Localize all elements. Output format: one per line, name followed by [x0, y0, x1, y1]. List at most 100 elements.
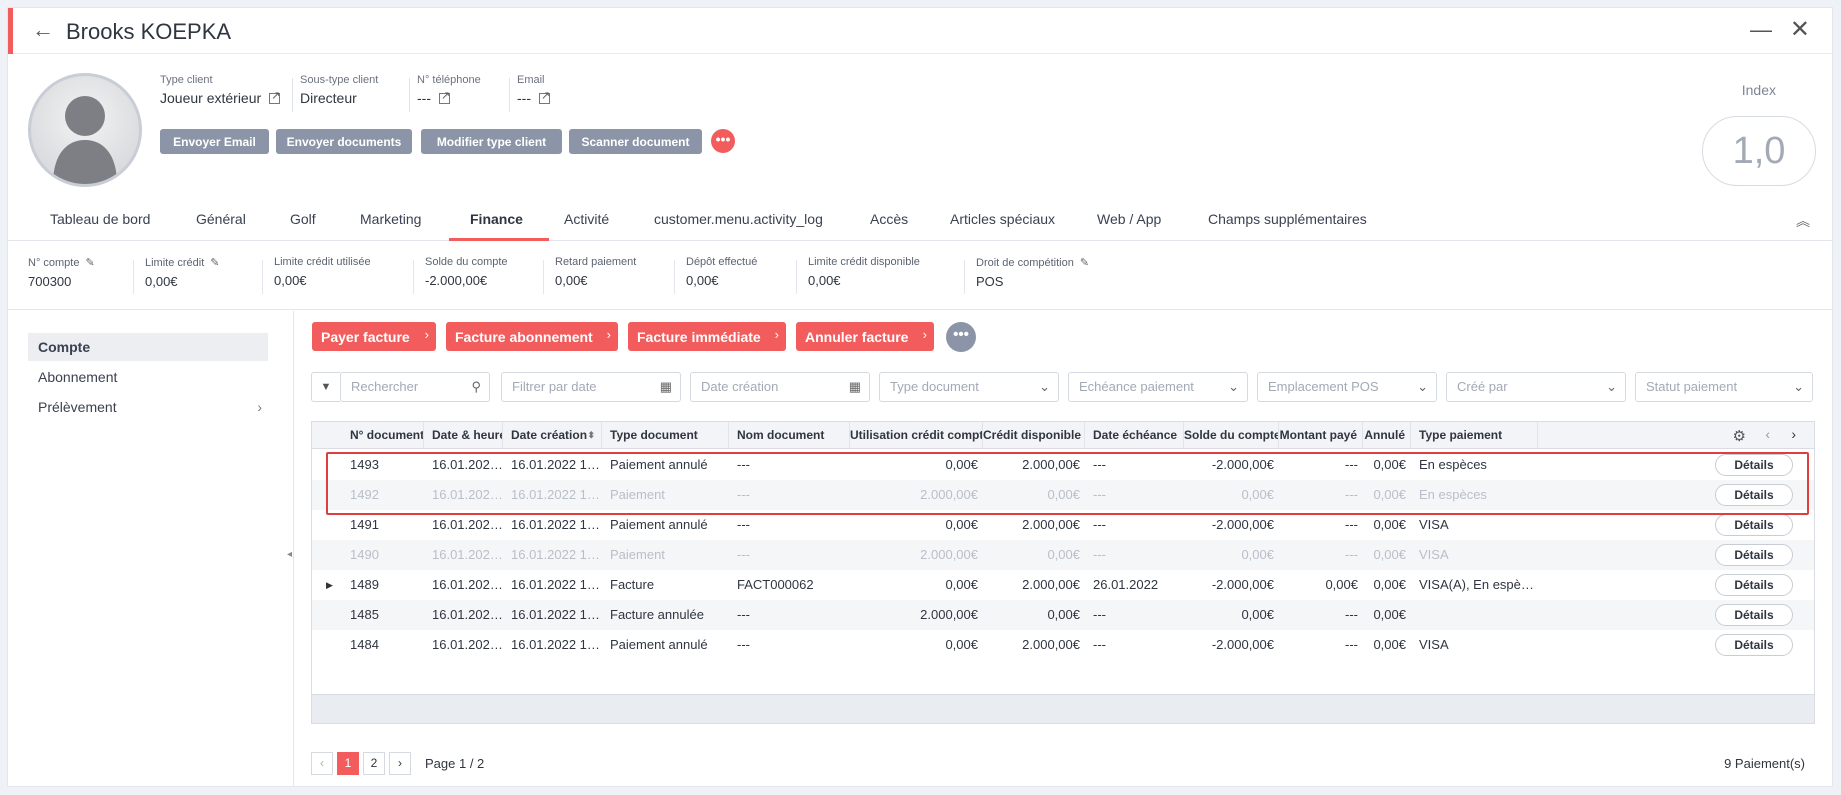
search-input[interactable]: Rechercher ⚲ [340, 372, 490, 402]
column-header[interactable]: Date création ⬍ [503, 422, 602, 449]
sort-icon[interactable]: ⬍ [587, 422, 595, 449]
column-header-label: Solde du compte [1184, 428, 1279, 442]
minimize-icon[interactable]: — [1750, 19, 1772, 41]
column-header[interactable]: Date & heure [424, 422, 503, 449]
info-value: --- [517, 89, 550, 107]
collapse-sidebar-icon[interactable]: ◂ [287, 549, 292, 560]
date-filter-placeholder: Filtrer par date [512, 379, 597, 394]
pay-invoice-button[interactable]: Payer facture › [312, 322, 436, 351]
stat-5: Dépôt effectué 0,00€ [686, 256, 757, 288]
stat-value: POS [976, 274, 1004, 289]
due-date-select[interactable]: Echéance paiement ⌄ [1068, 372, 1248, 402]
chevron-left-icon[interactable]: ‹ [1765, 426, 1770, 442]
column-header-label: Date création [511, 428, 588, 442]
table-row[interactable]: ▶ 1489 16.01.2022 14:... 16.01.2022 14:... F… [312, 570, 1814, 600]
pagination-page-1[interactable]: 1 [337, 752, 359, 775]
tab-web-app[interactable]: Web / App [1097, 211, 1161, 227]
close-icon[interactable]: ✕ [1790, 18, 1810, 42]
stat-label: Limite crédit disponible [808, 256, 920, 268]
page-info: Page 1 / 2 [425, 756, 485, 771]
payment-status-select[interactable]: Statut paiement ⌄ [1635, 372, 1813, 402]
table-row[interactable]: 1485 16.01.2022 13:... 16.01.2022 13:... Fa… [312, 600, 1814, 630]
tab-activit-[interactable]: Activité [564, 211, 609, 227]
sidebar-item-abonnement[interactable]: Abonnement [28, 363, 268, 391]
details-button[interactable]: Détails [1715, 544, 1793, 566]
tab-tableau-de-bord[interactable]: Tableau de bord [50, 211, 150, 227]
pencil-icon[interactable]: ✎ [85, 257, 94, 269]
tab-finance[interactable]: Finance [470, 211, 523, 227]
column-header[interactable]: Utilisation crédit compte [850, 422, 983, 449]
modify-client-type-button[interactable]: Modifier type client [421, 129, 562, 154]
external-link-icon[interactable] [539, 89, 550, 104]
account-stats: N° compte ✎ 700300 Limite crédit ✎ 0,00€ Limit… [8, 242, 1832, 310]
document-type-select[interactable]: Type document ⌄ [879, 372, 1059, 402]
payment-status-placeholder: Statut paiement [1646, 379, 1738, 394]
column-header[interactable]: N° document [342, 422, 424, 449]
stat-label: Droit de compétition ✎ [976, 256, 1089, 269]
client-info-2: N° téléphone --- [417, 74, 481, 106]
cell-type: Paiement [610, 547, 665, 562]
chevron-right-icon[interactable]: › [1791, 426, 1796, 442]
creation-date-filter[interactable]: Date création ▦ [690, 372, 870, 402]
sidebar-item-compte[interactable]: Compte [28, 333, 268, 361]
calendar-icon: ▦ [848, 379, 861, 394]
stat-value: 0,00€ [808, 273, 841, 288]
date-filter[interactable]: Filtrer par date ▦ [501, 372, 681, 402]
details-button[interactable]: Détails [1715, 634, 1793, 656]
send-email-button[interactable]: Envoyer Email [160, 129, 269, 154]
expand-row-icon[interactable]: ▶ [326, 570, 333, 600]
tab-g-n-ral[interactable]: Général [196, 211, 246, 227]
pay-invoice-label: Payer facture [321, 328, 410, 345]
scan-document-button[interactable]: Scanner document [569, 129, 702, 154]
tab-champs-suppl-mentaires[interactable]: Champs supplémentaires [1208, 211, 1367, 227]
stat-3: Solde du compte -2.000,00€ [425, 256, 508, 288]
gear-icon[interactable]: ⚙ [1733, 427, 1746, 445]
chevron-right-icon: › [774, 327, 779, 342]
search-placeholder: Rechercher [351, 379, 419, 394]
tab-customer-menu-activity-log[interactable]: customer.menu.activity_log [654, 211, 823, 227]
column-header[interactable]: Type document [602, 422, 729, 449]
table-row[interactable]: 1484 16.01.2022 13:... 16.01.2022 13:... Pa… [312, 630, 1814, 660]
pagination-page-2[interactable]: 2 [363, 752, 385, 775]
stat-label: Limite crédit ✎ [145, 256, 220, 269]
column-header[interactable]: Date échéance [1085, 422, 1184, 449]
cancel-invoice-button[interactable]: Annuler facture › [796, 322, 934, 351]
details-button[interactable]: Détails [1715, 604, 1793, 626]
column-header[interactable]: Solde du compte [1184, 422, 1279, 449]
pencil-icon[interactable]: ✎ [210, 257, 219, 269]
pos-location-select[interactable]: Emplacement POS ⌄ [1257, 372, 1437, 402]
tab-acc-s[interactable]: Accès [870, 211, 908, 227]
cell-doc: 1485 [350, 607, 379, 622]
tab-articles-sp-ciaux[interactable]: Articles spéciaux [950, 211, 1055, 227]
tab-golf[interactable]: Golf [290, 211, 316, 227]
subscription-invoice-label: Facture abonnement [455, 328, 593, 345]
column-header[interactable]: Type paiement [1411, 422, 1538, 449]
filter-menu-toggle[interactable]: ▼ [311, 372, 340, 402]
external-link-icon[interactable] [439, 89, 450, 104]
collapse-header-icon[interactable]: ︽ [1796, 211, 1810, 231]
back-arrow-icon[interactable]: ← [32, 19, 54, 41]
pagination-prev[interactable]: ‹ [311, 752, 333, 775]
sidebar-item-prelevement[interactable]: Prélèvement › [28, 393, 268, 421]
table-row[interactable]: 1490 16.01.2022 14:... 16.01.2022 14:... Pa… [312, 540, 1814, 570]
send-documents-button[interactable]: Envoyer documents [276, 129, 412, 154]
more-finance-actions-icon[interactable]: ••• [946, 322, 976, 352]
details-button[interactable]: Détails [1715, 514, 1793, 536]
created-by-select[interactable]: Créé par ⌄ [1446, 372, 1626, 402]
column-header[interactable]: Nom document [729, 422, 850, 449]
external-link-icon[interactable] [269, 89, 280, 104]
cell-paid: 0,00€ [1325, 577, 1358, 592]
tab-marketing[interactable]: Marketing [360, 211, 421, 227]
column-header[interactable]: Crédit disponible [983, 422, 1085, 449]
details-button[interactable]: Détails [1715, 574, 1793, 596]
cell-name: --- [737, 607, 750, 622]
immediate-invoice-button[interactable]: Facture immédiate › [628, 322, 786, 351]
pencil-icon[interactable]: ✎ [1080, 257, 1089, 269]
column-header[interactable]: Montant payé [1279, 422, 1363, 449]
pagination-next[interactable]: › [389, 752, 411, 775]
column-header[interactable]: Annulé [1363, 422, 1411, 449]
cell-credit-use: 0,00€ [945, 577, 978, 592]
more-actions-icon[interactable]: ••• [711, 129, 735, 153]
cell-balance: -2.000,00€ [1211, 637, 1274, 652]
subscription-invoice-button[interactable]: Facture abonnement › [446, 322, 618, 351]
